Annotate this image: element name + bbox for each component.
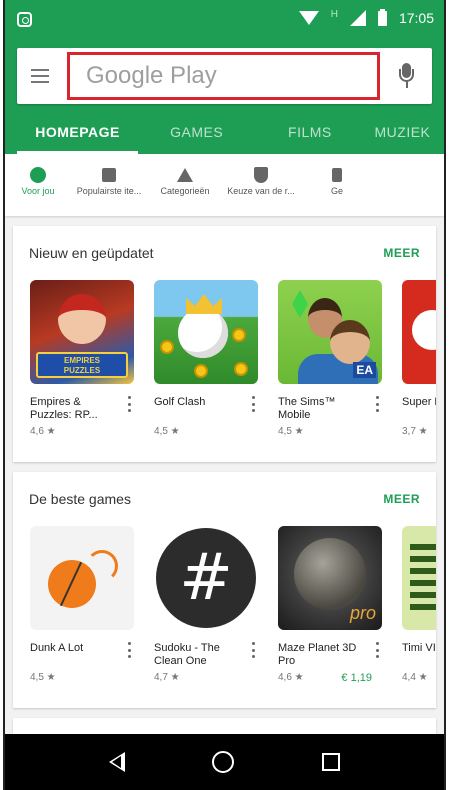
mic-icon[interactable] bbox=[396, 61, 418, 91]
chart-icon bbox=[102, 168, 116, 182]
instagram-icon bbox=[17, 12, 32, 27]
compass-icon bbox=[30, 167, 46, 183]
cell-signal-icon bbox=[349, 10, 366, 26]
app-header: Google Play bbox=[5, 42, 444, 112]
more-icon bbox=[332, 168, 342, 182]
app-icon[interactable] bbox=[402, 280, 436, 384]
tab-games[interactable]: GAMES bbox=[138, 112, 255, 154]
section-title: Nieuw en geüpdatet bbox=[29, 245, 154, 261]
search-placeholder: Google Play bbox=[86, 62, 217, 89]
app-rating: 4,6 ★ bbox=[278, 672, 304, 683]
app-rating: 4,7 ★ bbox=[154, 672, 180, 683]
subcat-label: Keuze van de r... bbox=[227, 186, 295, 196]
status-bar: H 17:05 bbox=[5, 0, 444, 42]
app-name: Timi VIP - bbox=[402, 642, 436, 654]
app-rating: 4,5 ★ bbox=[30, 672, 56, 683]
main-content: Nieuw en geüpdatet MEER EMPIRES PUZZLES E… bbox=[5, 216, 444, 748]
more-options-icon[interactable] bbox=[252, 396, 256, 412]
section-title: De beste games bbox=[29, 491, 131, 507]
recent-apps-icon[interactable] bbox=[322, 753, 341, 771]
search-bar: Google Play bbox=[17, 48, 432, 104]
shapes-icon bbox=[177, 168, 193, 182]
app-price: € 1,19 bbox=[341, 672, 372, 684]
status-time: 17:05 bbox=[398, 10, 434, 26]
subcat-populairste[interactable]: Populairste ite... bbox=[71, 164, 147, 216]
battery-icon bbox=[377, 8, 387, 26]
app-tile[interactable]: pro Maze Planet 3D Pro 4,6 ★ € 1,19 bbox=[278, 526, 382, 684]
more-options-icon[interactable] bbox=[376, 396, 380, 412]
tab-films[interactable]: FILMS bbox=[255, 112, 364, 154]
app-tile[interactable]: EA The Sims™ Mobile 4,5 ★ bbox=[278, 280, 382, 437]
section-card: De beste games MEER Dunk A Lot 4,5 ★ # S… bbox=[13, 472, 436, 708]
app-rating: 4,6 ★ bbox=[30, 426, 56, 437]
tab-muziek[interactable]: MUZIEK bbox=[365, 112, 445, 154]
app-rating: 4,4 ★ bbox=[402, 672, 428, 683]
app-icon[interactable] bbox=[154, 280, 258, 384]
network-type: H bbox=[330, 8, 338, 20]
wifi-icon bbox=[298, 11, 319, 25]
app-tile[interactable]: Timi VIP - 4,4 ★ bbox=[402, 526, 436, 684]
subcat-label: Voor jou bbox=[21, 186, 55, 196]
more-button[interactable]: MEER bbox=[383, 492, 420, 506]
more-options-icon[interactable] bbox=[376, 642, 380, 658]
subcat-categorieen[interactable]: Categorieën bbox=[147, 164, 223, 216]
app-icon[interactable] bbox=[402, 526, 436, 630]
app-icon[interactable] bbox=[30, 526, 134, 630]
badge-icon bbox=[254, 167, 268, 183]
menu-icon[interactable] bbox=[31, 69, 49, 83]
app-tile[interactable]: Dunk A Lot 4,5 ★ bbox=[30, 526, 134, 684]
back-icon[interactable] bbox=[108, 752, 125, 772]
app-name: The Sims™ Mobile bbox=[278, 396, 336, 421]
home-icon[interactable] bbox=[212, 751, 235, 773]
app-name: Super Run bbox=[402, 396, 436, 408]
app-name: Golf Clash bbox=[154, 396, 206, 408]
more-options-icon[interactable] bbox=[252, 642, 256, 658]
app-rating: 4,5 ★ bbox=[278, 426, 304, 437]
app-rating: 3,7 ★ bbox=[402, 426, 428, 437]
navigation-bar bbox=[5, 734, 444, 790]
app-name: Dunk A Lot bbox=[30, 642, 84, 654]
subcat-label: Categorieën bbox=[160, 186, 210, 196]
subcat-keuze-redactie[interactable]: Keuze van de r... bbox=[223, 164, 299, 216]
app-name: Maze Planet 3D Pro bbox=[278, 642, 357, 667]
app-icon[interactable]: # bbox=[154, 526, 258, 630]
top-tabs: HOMEPAGE GAMES FILMS MUZIEK bbox=[5, 112, 444, 154]
app-tile[interactable]: Golf Clash 4,5 ★ bbox=[154, 280, 258, 437]
more-button[interactable]: MEER bbox=[383, 246, 420, 260]
app-icon[interactable]: EMPIRES PUZZLES bbox=[30, 280, 134, 384]
app-icon[interactable]: pro bbox=[278, 526, 382, 630]
app-icon[interactable]: EA bbox=[278, 280, 382, 384]
tab-homepage[interactable]: HOMEPAGE bbox=[17, 112, 139, 154]
subcat-voor-jou[interactable]: Voor jou bbox=[5, 164, 71, 216]
app-name: Sudoku - The Clean One bbox=[154, 642, 220, 667]
more-options-icon[interactable] bbox=[128, 396, 132, 412]
subcat-more[interactable]: Ge bbox=[299, 164, 375, 216]
app-tile[interactable]: Super Run 3,7 ★ bbox=[402, 280, 436, 437]
app-name: Empires & Puzzles: RP... bbox=[30, 396, 98, 421]
app-tile[interactable]: EMPIRES PUZZLES Empires & Puzzles: RP... … bbox=[30, 280, 134, 437]
more-options-icon[interactable] bbox=[128, 642, 132, 658]
subcat-label: Ge bbox=[330, 186, 343, 196]
app-tile[interactable]: # Sudoku - The Clean One 4,7 ★ bbox=[154, 526, 258, 684]
search-input[interactable]: Google Play bbox=[67, 52, 380, 100]
subcategory-bar: Voor jou Populairste ite... Categorieën … bbox=[5, 154, 444, 216]
subcat-label: Populairste ite... bbox=[76, 186, 142, 196]
section-card: Nieuw en geüpdatet MEER EMPIRES PUZZLES E… bbox=[13, 226, 436, 462]
app-rating: 4,5 ★ bbox=[154, 426, 180, 437]
phone-screen: H 17:05 Google Play HOMEPAGE GAMES FILMS… bbox=[3, 0, 446, 790]
